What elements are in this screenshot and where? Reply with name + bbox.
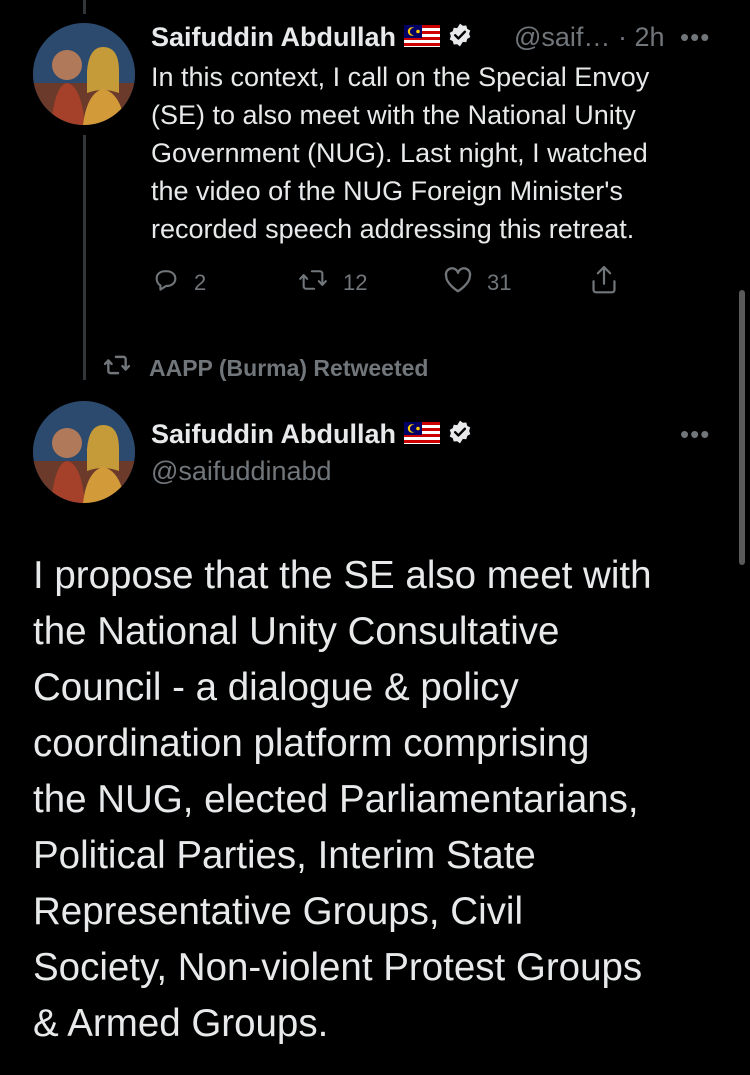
text-line: coordination platform comprising bbox=[33, 722, 590, 765]
tweet-text: In this context, I call on the Special E… bbox=[151, 58, 731, 248]
retweet-icon bbox=[297, 266, 329, 300]
more-options-button[interactable]: ••• bbox=[680, 22, 710, 53]
text-line: Government (NUG). Last night, I watched bbox=[151, 138, 648, 168]
like-count: 31 bbox=[487, 270, 512, 295]
avatar[interactable] bbox=[33, 23, 135, 125]
share-icon bbox=[589, 264, 619, 302]
reply-icon bbox=[152, 266, 180, 300]
reply-button[interactable]: 2 bbox=[152, 266, 206, 300]
verified-badge-icon bbox=[447, 22, 473, 55]
heart-icon bbox=[443, 266, 473, 300]
author-name[interactable]: Saifuddin Abdullah bbox=[151, 22, 473, 55]
text-line: In this context, I call on the Special E… bbox=[151, 62, 650, 92]
text-line: Council - a dialogue & policy bbox=[33, 666, 519, 709]
tweet-text: I propose that the SE also meet with the… bbox=[33, 548, 733, 1052]
like-button[interactable]: 31 bbox=[443, 266, 511, 300]
author-handle[interactable]: @saifuddinabd bbox=[151, 456, 332, 487]
text-line: Representative Groups, Civil bbox=[33, 890, 524, 933]
text-line: I propose that the SE also meet with bbox=[33, 554, 652, 597]
avatar[interactable] bbox=[33, 401, 135, 503]
verified-badge-icon bbox=[447, 419, 473, 452]
tweet-time[interactable]: · 2h bbox=[618, 22, 665, 52]
retweet-icon bbox=[99, 352, 135, 384]
thread-line-top bbox=[83, 0, 86, 14]
text-line: (SE) to also meet with the National Unit… bbox=[151, 100, 636, 130]
text-line: the NUG, elected Parliamentarians, bbox=[33, 778, 639, 821]
more-options-button[interactable]: ••• bbox=[680, 419, 710, 450]
text-line: Society, Non-violent Protest Groups bbox=[33, 946, 643, 989]
text-line: & Armed Groups. bbox=[33, 1002, 329, 1045]
retweeted-text: AAPP (Burma) Retweeted bbox=[149, 354, 429, 381]
author-name[interactable]: Saifuddin Abdullah bbox=[151, 419, 473, 452]
text-line: Political Parties, Interim State bbox=[33, 834, 536, 877]
malaysia-flag-icon bbox=[403, 23, 440, 54]
retweet-button[interactable]: 12 bbox=[297, 266, 367, 300]
retweet-count: 12 bbox=[343, 270, 368, 295]
retweeted-by-label[interactable]: AAPP (Burma) Retweeted bbox=[99, 352, 428, 384]
scrollbar[interactable] bbox=[739, 290, 745, 565]
author-handle[interactable]: @saif… · 2h bbox=[514, 22, 664, 53]
thread-line-bottom bbox=[83, 135, 86, 380]
share-button[interactable] bbox=[589, 264, 619, 302]
text-line: the National Unity Consultative bbox=[33, 610, 560, 653]
malaysia-flag-icon bbox=[403, 420, 440, 451]
text-line: recorded speech addressing this retreat. bbox=[151, 214, 635, 244]
reply-count: 2 bbox=[194, 270, 207, 295]
text-line: the video of the NUG Foreign Minister's bbox=[151, 176, 623, 206]
